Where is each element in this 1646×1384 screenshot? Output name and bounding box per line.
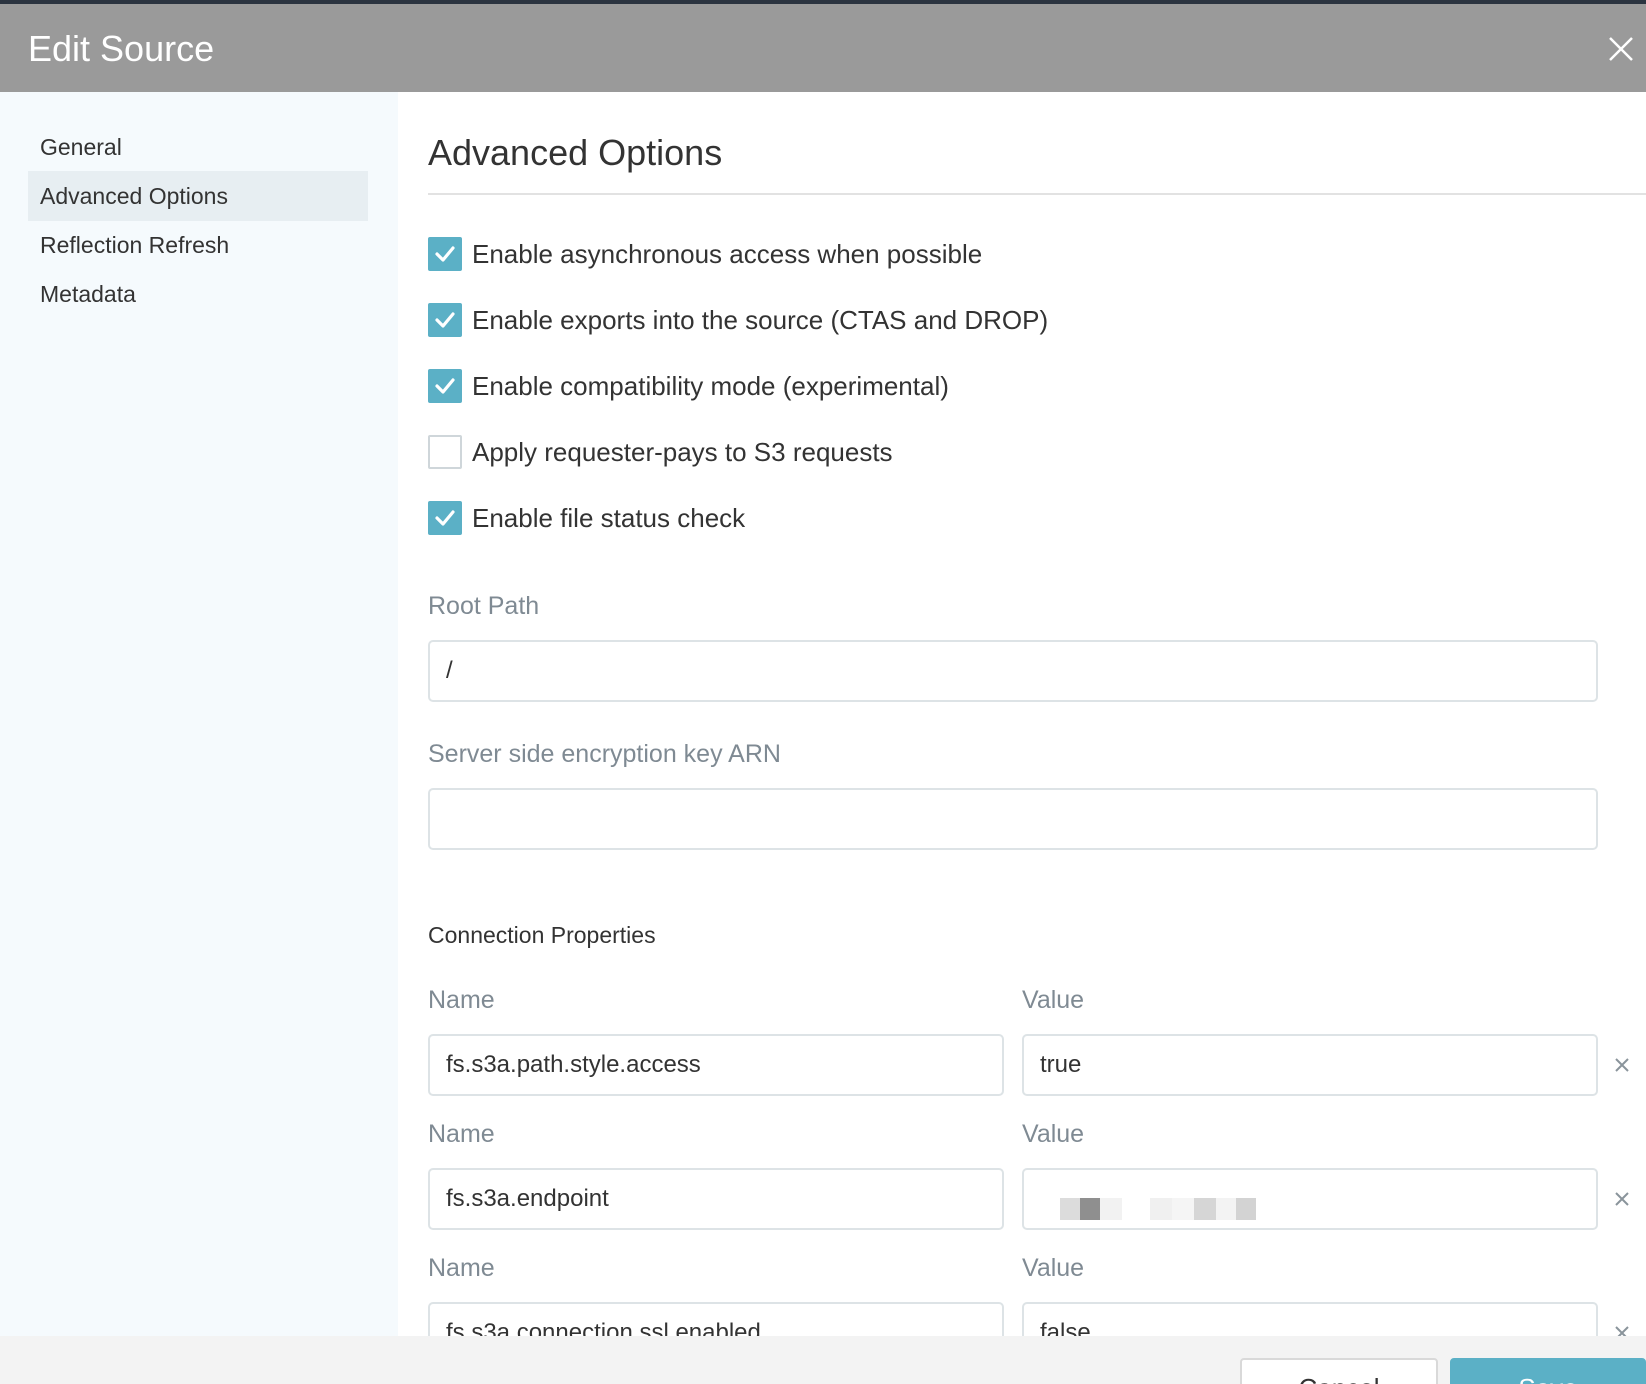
checkbox-label: Enable exports into the source (CTAS and… bbox=[472, 304, 1049, 335]
remove-icon bbox=[1615, 1058, 1629, 1072]
checkbox-exports[interactable]: Enable exports into the source (CTAS and… bbox=[428, 302, 1048, 338]
property-name-label: Name bbox=[428, 1254, 495, 1282]
sidebar: General Advanced Options Reflection Refr… bbox=[0, 92, 398, 1336]
dialog-header: Edit Source bbox=[0, 4, 1646, 92]
check-icon bbox=[435, 378, 455, 394]
root-path-input[interactable]: / bbox=[428, 640, 1598, 702]
save-button[interactable]: Save bbox=[1450, 1358, 1646, 1384]
checkbox-checked[interactable] bbox=[428, 303, 462, 337]
sidebar-item-metadata[interactable]: Metadata bbox=[28, 269, 368, 319]
property-value-input-redacted[interactable] bbox=[1022, 1168, 1598, 1230]
remove-property-button[interactable] bbox=[1612, 1055, 1632, 1075]
connection-properties-title: Connection Properties bbox=[428, 922, 656, 948]
sidebar-item-general[interactable]: General bbox=[28, 122, 368, 172]
property-value-label: Value bbox=[1022, 1254, 1085, 1282]
checkbox-file-status-check[interactable]: Enable file status check bbox=[428, 500, 745, 536]
checkbox-label: Enable asynchronous access when possible bbox=[472, 238, 983, 269]
property-value-label: Value bbox=[1022, 1120, 1085, 1148]
sidebar-item-advanced-options[interactable]: Advanced Options bbox=[28, 171, 368, 221]
remove-property-button[interactable] bbox=[1612, 1189, 1632, 1209]
main-panel: Advanced Options Enable asynchronous acc… bbox=[398, 92, 1646, 1364]
dialog-title: Edit Source bbox=[28, 28, 215, 69]
check-icon bbox=[435, 312, 455, 328]
dialog-footer: Cancel Save bbox=[0, 1336, 1646, 1384]
property-name-input[interactable]: fs.s3a.path.style.access bbox=[428, 1034, 1004, 1096]
sse-key-input[interactable] bbox=[428, 788, 1598, 850]
check-icon bbox=[435, 510, 455, 526]
property-name-label: Name bbox=[428, 1120, 495, 1148]
checkbox-checked[interactable] bbox=[428, 501, 462, 535]
checkbox-compatibility-mode[interactable]: Enable compatibility mode (experimental) bbox=[428, 368, 949, 404]
checkbox-checked[interactable] bbox=[428, 237, 462, 271]
checkbox-checked[interactable] bbox=[428, 369, 462, 403]
property-value-label: Value bbox=[1022, 986, 1085, 1014]
root-path-label: Root Path bbox=[428, 592, 540, 620]
sidebar-item-reflection-refresh[interactable]: Reflection Refresh bbox=[28, 220, 368, 270]
checkbox-unchecked[interactable] bbox=[428, 435, 462, 469]
divider bbox=[428, 193, 1646, 195]
remove-icon bbox=[1615, 1192, 1629, 1206]
property-value-input[interactable]: true bbox=[1022, 1034, 1598, 1096]
checkbox-async-access[interactable]: Enable asynchronous access when possible bbox=[428, 236, 982, 272]
sse-key-label: Server side encryption key ARN bbox=[428, 740, 781, 768]
checkbox-label: Apply requester-pays to S3 requests bbox=[472, 436, 893, 467]
property-name-input[interactable]: fs.s3a.endpoint bbox=[428, 1168, 1004, 1230]
section-title: Advanced Options bbox=[428, 132, 723, 173]
cancel-button[interactable]: Cancel bbox=[1240, 1358, 1438, 1384]
check-icon bbox=[435, 246, 455, 262]
property-name-label: Name bbox=[428, 986, 495, 1014]
redaction-mosaic bbox=[1060, 1198, 1256, 1220]
checkbox-label: Enable compatibility mode (experimental) bbox=[472, 370, 949, 401]
checkbox-label: Enable file status check bbox=[472, 502, 746, 533]
checkbox-requester-pays[interactable]: Apply requester-pays to S3 requests bbox=[428, 434, 893, 470]
close-button[interactable] bbox=[1606, 34, 1636, 64]
close-icon bbox=[1609, 37, 1633, 61]
